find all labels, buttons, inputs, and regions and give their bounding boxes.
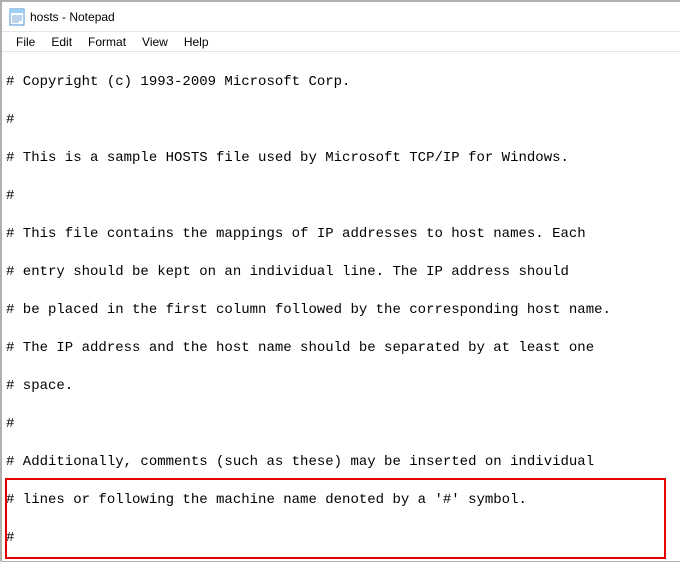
editor-line: # This is a sample HOSTS file used by Mi… <box>6 149 676 168</box>
editor-line: # <box>6 529 676 548</box>
editor-line: # This file contains the mappings of IP … <box>6 225 676 244</box>
menu-format[interactable]: Format <box>80 33 134 51</box>
editor-line: # The IP address and the host name shoul… <box>6 339 676 358</box>
editor-line: # <box>6 111 676 130</box>
menu-edit[interactable]: Edit <box>43 33 80 51</box>
title-bar: hosts - Notepad <box>2 2 680 32</box>
window-title: hosts - Notepad <box>30 10 115 24</box>
menu-view[interactable]: View <box>134 33 176 51</box>
editor-line: # <box>6 187 676 206</box>
editor-line: # <box>6 415 676 434</box>
editor-line: # Copyright (c) 1993-2009 Microsoft Corp… <box>6 73 676 92</box>
editor-line: # be placed in the first column followed… <box>6 301 676 320</box>
editor-line: # lines or following the machine name de… <box>6 491 676 510</box>
notepad-icon <box>8 8 26 26</box>
menu-file[interactable]: File <box>8 33 43 51</box>
editor-line: # Additionally, comments (such as these)… <box>6 453 676 472</box>
editor-line: # space. <box>6 377 676 396</box>
menu-bar: File Edit Format View Help <box>2 32 680 52</box>
menu-help[interactable]: Help <box>176 33 217 51</box>
text-editor[interactable]: # Copyright (c) 1993-2009 Microsoft Corp… <box>2 52 680 561</box>
editor-line: # entry should be kept on an individual … <box>6 263 676 282</box>
